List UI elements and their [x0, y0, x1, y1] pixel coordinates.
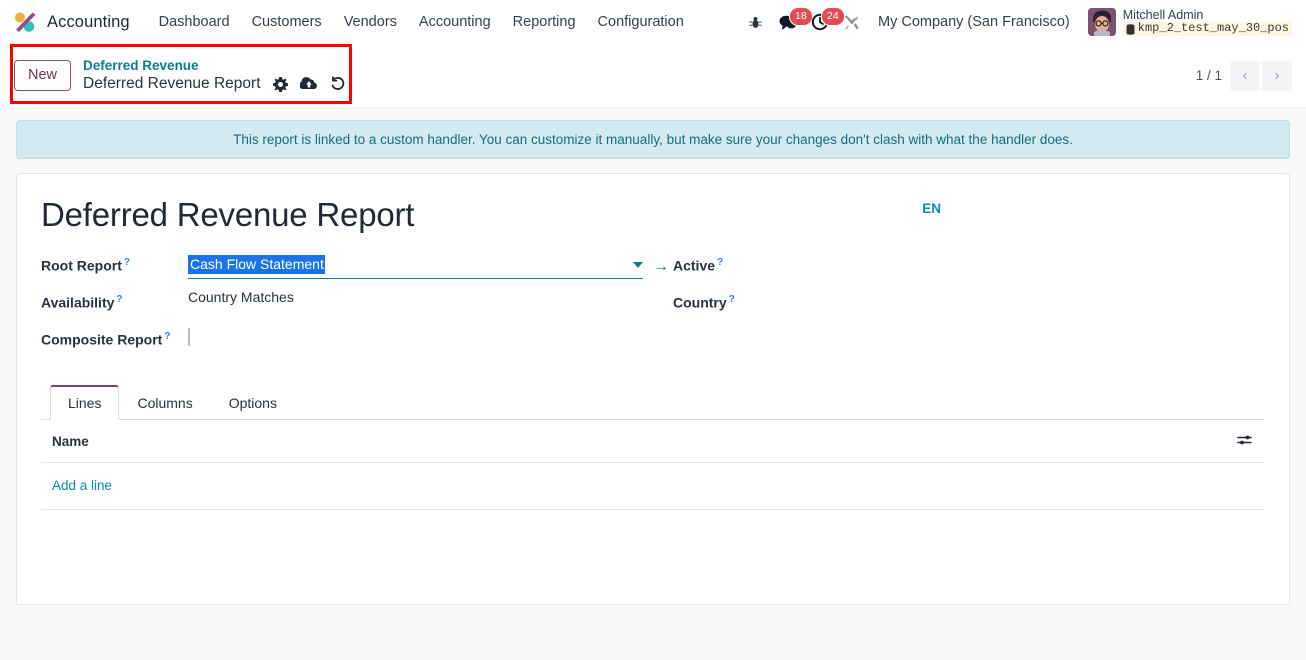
- breadcrumb: New Deferred Revenue Deferred Revenue Re…: [14, 57, 346, 94]
- table-header-row: Name: [41, 420, 1265, 463]
- sliders-icon[interactable]: [1237, 433, 1253, 447]
- menu-item-customers[interactable]: Customers: [241, 8, 333, 36]
- chevron-down-icon[interactable]: [633, 261, 643, 268]
- notebook: Lines Columns Options Name Add a line: [41, 385, 1265, 578]
- notebook-tabs: Lines Columns Options: [41, 385, 1265, 420]
- empty-area: [41, 510, 1265, 578]
- tab-columns[interactable]: Columns: [119, 385, 210, 420]
- form-columns: Root Report? Cash Flow Statement → Avail…: [41, 250, 1265, 361]
- cloud-upload-save-icon[interactable]: [299, 77, 318, 91]
- user-name: Mitchell Admin: [1122, 7, 1204, 22]
- add-a-line-button[interactable]: Add a line: [52, 478, 112, 493]
- new-button[interactable]: New: [14, 60, 72, 91]
- country-value[interactable]: [762, 287, 1069, 289]
- control-panel: New Deferred Revenue Deferred Revenue Re…: [0, 44, 1306, 108]
- database-name-text: kmp_2_test_may_30_pos: [1137, 21, 1289, 36]
- bug-icon[interactable]: [740, 5, 772, 39]
- field-composite-report: Composite Report?: [41, 324, 669, 361]
- lines-table-body: Add a line: [41, 462, 1265, 578]
- toggle-knob: [745, 257, 760, 272]
- field-country: Country?: [673, 287, 1069, 324]
- menu-item-configuration[interactable]: Configuration: [587, 8, 695, 36]
- label-composite-report: Composite Report?: [41, 331, 171, 348]
- alert-container: This report is linked to a custom handle…: [0, 108, 1306, 159]
- help-icon-country[interactable]: ?: [729, 294, 735, 305]
- database-icon: [1126, 23, 1135, 35]
- brand-name: Accounting: [47, 12, 130, 31]
- label-country: Country?: [673, 294, 735, 311]
- field-root-report: Root Report? Cash Flow Statement →: [41, 250, 669, 287]
- menu-item-vendors[interactable]: Vendors: [333, 8, 408, 36]
- form-sheet: EN Deferred Revenue Report Root Report? …: [16, 173, 1290, 605]
- tab-options[interactable]: Options: [211, 385, 295, 420]
- lines-table: Name Add a line: [41, 420, 1265, 578]
- form-column-left: Root Report? Cash Flow Statement → Avail…: [41, 250, 669, 361]
- menu-item-dashboard[interactable]: Dashboard: [148, 8, 241, 36]
- availability-value[interactable]: Country Matches: [188, 287, 669, 305]
- menu-item-reporting[interactable]: Reporting: [502, 8, 587, 36]
- undo-discard-icon[interactable]: [330, 76, 346, 92]
- activities-clock-icon[interactable]: 24: [804, 5, 845, 39]
- custom-handler-alert: This report is linked to a custom handle…: [16, 120, 1290, 159]
- language-link[interactable]: EN: [922, 201, 941, 216]
- menu-item-accounting[interactable]: Accounting: [408, 8, 502, 36]
- breadcrumb-stack: Deferred Revenue Deferred Revenue Report: [83, 57, 346, 94]
- composite-report-checkbox[interactable]: [188, 328, 190, 346]
- avatar: [1087, 7, 1116, 36]
- user-menu[interactable]: Mitchell Admin kmp_2_test_may_30_pos: [1080, 6, 1296, 38]
- label-root-report: Root Report?: [41, 257, 130, 274]
- optional-columns-header: [1225, 420, 1265, 463]
- help-icon-availability[interactable]: ?: [116, 294, 122, 305]
- database-name-badge: kmp_2_test_may_30_pos: [1122, 21, 1292, 37]
- label-availability: Availability?: [41, 294, 123, 311]
- help-icon-active[interactable]: ?: [717, 257, 723, 268]
- breadcrumb-parent[interactable]: Deferred Revenue: [83, 57, 346, 74]
- top-navbar: Accounting Dashboard Customers Vendors A…: [0, 0, 1306, 44]
- pager: 1 / 1 ‹ ›: [1195, 60, 1292, 91]
- page-title: Deferred Revenue Report: [41, 196, 415, 233]
- main-menu: Dashboard Customers Vendors Accounting R…: [148, 8, 695, 36]
- tab-lines[interactable]: Lines: [50, 385, 120, 420]
- pager-value: 1 / 1: [1195, 68, 1222, 83]
- navbar-systray: 18 24 My Company (San Francisco) Mitchel…: [740, 5, 1296, 39]
- form-column-right: Active? Country?: [669, 250, 1069, 361]
- add-line-row: Add a line: [41, 462, 1265, 510]
- gear-icon[interactable]: [272, 76, 288, 92]
- field-availability: Availability? Country Matches: [41, 287, 669, 324]
- arrow-right-icon[interactable]: →: [653, 259, 669, 275]
- root-report-input[interactable]: Cash Flow Statement: [188, 255, 643, 279]
- pager-next-button[interactable]: ›: [1262, 60, 1292, 91]
- empty-filler-row: [41, 510, 1265, 578]
- tools-icon[interactable]: [836, 5, 868, 39]
- help-icon-composite-report[interactable]: ?: [164, 331, 170, 342]
- company-switcher[interactable]: My Company (San Francisco): [868, 8, 1080, 36]
- pager-previous-button[interactable]: ‹: [1230, 60, 1260, 91]
- sheet-container: EN Deferred Revenue Report Root Report? …: [0, 159, 1306, 605]
- messages-icon[interactable]: 18: [772, 5, 813, 39]
- breadcrumb-current: Deferred Revenue Report: [83, 75, 261, 93]
- column-header-name[interactable]: Name: [41, 420, 1225, 463]
- odoo-logo-icon: [12, 9, 38, 35]
- brand-home-menu[interactable]: Accounting: [12, 9, 130, 35]
- field-active: Active?: [673, 250, 1069, 287]
- root-report-value: Cash Flow Statement: [188, 255, 325, 274]
- help-icon-root-report[interactable]: ?: [124, 257, 130, 268]
